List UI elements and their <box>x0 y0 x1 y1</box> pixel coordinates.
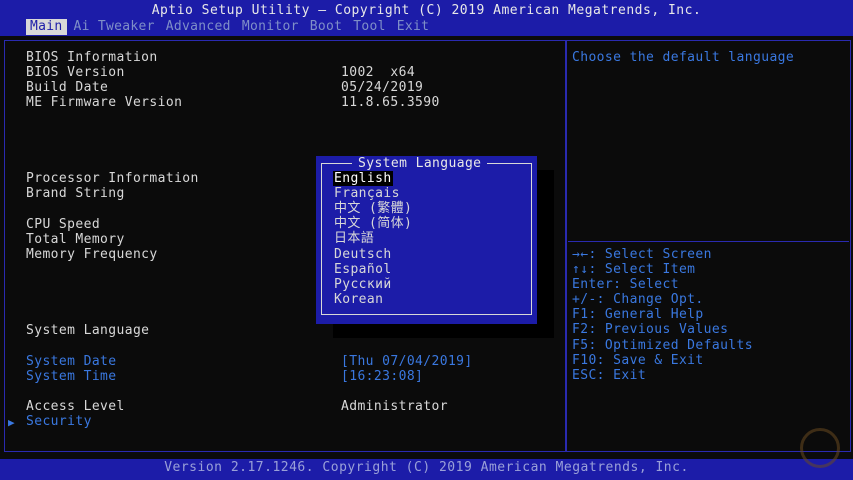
system-date-label[interactable]: System Date <box>26 354 117 369</box>
language-option[interactable]: 中文 (繁體) <box>333 201 413 216</box>
bios-version-value: 1002 x64 <box>341 65 416 80</box>
help-key-previous-values: F2: Previous Values <box>572 322 729 337</box>
watermark-logo <box>800 428 840 468</box>
total-memory-label: Total Memory <box>26 232 125 247</box>
language-popup: System Language English Français 中文 (繁體)… <box>316 156 537 324</box>
language-option[interactable]: English <box>333 171 393 186</box>
help-divider <box>568 241 849 242</box>
system-time-label[interactable]: System Time <box>26 369 117 384</box>
version-text: Version 2.17.1246. Copyright (C) 2019 Am… <box>164 460 689 475</box>
access-level-label: Access Level <box>26 399 125 414</box>
tab-boot[interactable]: Boot <box>306 19 347 35</box>
language-option[interactable]: 日本語 <box>333 231 375 246</box>
security-submenu[interactable]: Security <box>26 414 92 429</box>
language-option[interactable]: Français <box>333 186 401 201</box>
tab-monitor[interactable]: Monitor <box>238 19 303 35</box>
build-date-label: Build Date <box>26 80 109 95</box>
system-language-item[interactable]: System Language <box>26 323 149 338</box>
memory-frequency-label: Memory Frequency <box>26 247 158 262</box>
processor-info-label: Processor Information <box>26 171 199 186</box>
help-key-general-help: F1: General Help <box>572 307 704 322</box>
status-bar: Version 2.17.1246. Copyright (C) 2019 Am… <box>0 459 853 480</box>
help-key-select-screen: →←: Select Screen <box>572 247 712 262</box>
help-description: Choose the default language <box>572 50 795 65</box>
language-option[interactable]: Deutsch <box>333 247 393 262</box>
help-key-change-opt: +/-: Change Opt. <box>572 292 704 307</box>
bios-version-label: BIOS Version <box>26 65 125 80</box>
cpu-speed-label: CPU Speed <box>26 217 101 232</box>
me-firmware-label: ME Firmware Version <box>26 95 183 110</box>
tab-tool[interactable]: Tool <box>349 19 390 35</box>
tab-exit[interactable]: Exit <box>393 19 434 35</box>
help-key-enter: Enter: Select <box>572 277 679 292</box>
language-option[interactable]: Korean <box>333 292 384 307</box>
help-panel <box>566 40 851 452</box>
app-title: Aptio Setup Utility – Copyright (C) 2019… <box>151 3 702 18</box>
me-firmware-value: 11.8.65.3590 <box>341 95 440 110</box>
tab-main[interactable]: Main <box>26 19 67 35</box>
brand-string-label: Brand String <box>26 186 125 201</box>
tab-ai-tweaker[interactable]: Ai Tweaker <box>70 19 159 35</box>
system-date-value[interactable]: [Thu 07/04/2019] <box>341 354 473 369</box>
help-key-save-exit: F10: Save & Exit <box>572 353 704 368</box>
bios-info-heading: BIOS Information <box>26 50 158 65</box>
language-option[interactable]: Русский <box>333 277 393 292</box>
tab-advanced[interactable]: Advanced <box>162 19 235 35</box>
popup-title: System Language <box>352 156 488 171</box>
help-key-select-item: ↑↓: Select Item <box>572 262 696 277</box>
help-key-esc-exit: ESC: Exit <box>572 368 647 383</box>
title-bar: Aptio Setup Utility – Copyright (C) 2019… <box>0 0 853 36</box>
language-option[interactable]: 中文 (简体) <box>333 216 413 231</box>
system-time-value[interactable]: [16:23:08] <box>341 369 423 384</box>
language-option[interactable]: Español <box>333 262 393 277</box>
build-date-value: 05/24/2019 <box>341 80 424 95</box>
help-key-optimized-defaults: F5: Optimized Defaults <box>572 338 753 353</box>
access-level-value: Administrator <box>341 399 448 414</box>
submenu-arrow-icon: ▶ <box>8 416 15 429</box>
menu-bar: Main Ai Tweaker Advanced Monitor Boot To… <box>26 19 436 35</box>
